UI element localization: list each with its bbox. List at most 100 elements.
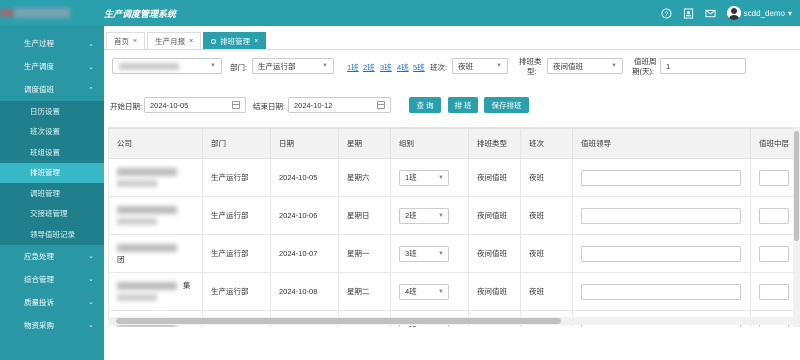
- active-dot-icon: [211, 38, 217, 44]
- shift-link-1[interactable]: 1班: [347, 62, 359, 73]
- group-select[interactable]: 3班 ▼: [399, 245, 449, 262]
- chevron-down-icon: ▼: [438, 174, 444, 181]
- schedule-button[interactable]: 排 班: [448, 97, 478, 113]
- dept-cell: 生产运行部: [202, 234, 271, 273]
- sidebar-item-label: 生产调度: [24, 62, 54, 71]
- schedule-type-value: 夜间值班: [553, 61, 583, 71]
- middle-cell: [750, 196, 793, 235]
- leader-input[interactable]: [581, 283, 741, 300]
- start-date-input[interactable]: 2024-10-05: [144, 97, 246, 113]
- date-cell: 2024-10-07: [270, 234, 339, 273]
- group-value: 2班: [405, 211, 417, 220]
- table-row: 集 生产运行部 2024-10-08 星期二 4班 ▼ 夜间值班 夜班: [108, 272, 793, 311]
- shift-link-5[interactable]: 5班: [413, 62, 425, 73]
- shift-value: 夜班: [458, 61, 473, 71]
- sidebar-subitem-group-settings[interactable]: 班组设置: [0, 142, 104, 163]
- weekday-cell: 星期日: [338, 196, 391, 235]
- dept-cell: 生产运行部: [202, 196, 271, 235]
- horizontal-scrollbar[interactable]: [108, 317, 793, 325]
- vertical-scrollbar[interactable]: [793, 127, 800, 327]
- company-select[interactable]: ▼: [112, 58, 222, 74]
- sidebar-item-label: 调度值班: [24, 85, 54, 94]
- company-cell: 集: [108, 272, 203, 311]
- leader-input[interactable]: [581, 207, 741, 224]
- user-card-icon[interactable]: [683, 7, 695, 19]
- tab-schedule[interactable]: 排班管理 ×: [203, 32, 267, 49]
- middle-input[interactable]: [759, 283, 789, 300]
- group-select[interactable]: 4班 ▼: [399, 283, 449, 300]
- chevron-down-icon: ⌄: [88, 40, 94, 48]
- shift-link-4[interactable]: 4班: [397, 62, 409, 73]
- shift-link-2[interactable]: 2班: [363, 62, 375, 73]
- tab-monthly-report[interactable]: 生产月报 ×: [147, 32, 202, 49]
- shift-cell: 夜班: [520, 196, 573, 235]
- type-cell: 夜间值班: [468, 272, 521, 311]
- type-cell: 夜间值班: [468, 234, 521, 273]
- sidebar-item-dispatch-duty[interactable]: 调度值班 ⌃: [0, 78, 104, 101]
- group-select[interactable]: 2班 ▼: [399, 207, 449, 224]
- user-menu[interactable]: scdd_demo ▾: [726, 6, 792, 20]
- sidebar-subitem-schedule[interactable]: 排班管理: [0, 162, 104, 183]
- middle-input[interactable]: [759, 245, 789, 262]
- sidebar-subitem-handover[interactable]: 交接班管理: [0, 204, 104, 225]
- leader-input[interactable]: [581, 169, 741, 186]
- dept-label: 部门:: [230, 63, 248, 72]
- sidebar-subitem-leader-duty[interactable]: 领导值班记录: [0, 224, 104, 245]
- dept-cell: 生产运行部: [202, 272, 271, 311]
- save-schedule-button[interactable]: 保存排班: [484, 97, 529, 113]
- avatar: [726, 6, 741, 20]
- schedule-type-select[interactable]: 夜间值班 ▼: [547, 58, 623, 74]
- leader-input[interactable]: [581, 245, 741, 262]
- help-icon[interactable]: ?: [661, 7, 673, 19]
- company-cell: [108, 196, 203, 235]
- leader-cell: [572, 158, 751, 197]
- tab-label: 排班管理: [220, 36, 251, 46]
- tab-home[interactable]: 首页 ×: [106, 32, 146, 49]
- shift-cell: 夜班: [520, 234, 573, 273]
- scroll-thumb[interactable]: [116, 318, 561, 324]
- end-date-input[interactable]: 2024-10-12: [288, 97, 391, 113]
- tab-bar: 首页 × 生产月报 × 排班管理 ×: [104, 32, 800, 50]
- top-bar: 生产调度管理系统 ? scdd_demo ▾: [0, 0, 800, 26]
- shift-link-3[interactable]: 3班: [380, 62, 392, 73]
- sidebar-subitem-shift-settings[interactable]: 班次设置: [0, 122, 104, 143]
- sidebar-item-procurement[interactable]: 物资采购 ⌄: [0, 314, 104, 337]
- sidebar-subitem-calendar[interactable]: 日历设置: [0, 101, 104, 122]
- sidebar-item-production-dispatch[interactable]: 生产调度 ⌄: [0, 55, 104, 78]
- chevron-down-icon: ▼: [210, 63, 216, 69]
- mail-icon[interactable]: [705, 7, 717, 19]
- dept-select[interactable]: 生产运行部 ▼: [252, 58, 334, 74]
- group-cell: 1班 ▼: [390, 158, 469, 197]
- chevron-down-icon: ⌄: [88, 253, 94, 260]
- start-date-value: 2024-10-05: [150, 100, 189, 110]
- shift-label: 班次:: [430, 63, 448, 72]
- sidebar-item-production-process[interactable]: 生产过程 ⌄: [0, 32, 104, 55]
- sidebar-item-quality[interactable]: 质量投诉 ⌄: [0, 291, 104, 314]
- sidebar-item-emergency[interactable]: 应急处理 ⌄: [0, 245, 104, 268]
- middle-cell: [750, 272, 793, 311]
- period-input[interactable]: 1: [660, 58, 746, 74]
- sidebar: 生产过程 ⌄ 生产调度 ⌄ 调度值班 ⌃ 日历设置 班次设置 班组设置 排班管理 调班…: [0, 26, 104, 360]
- close-icon[interactable]: ×: [133, 38, 137, 45]
- shift-cell: 夜班: [520, 272, 573, 311]
- col-weekday: 星期: [338, 128, 391, 159]
- col-group: 组别: [390, 128, 469, 159]
- table-row: 团 生产运行部 2024-10-07 星期一 3班 ▼ 夜间值班 夜班: [108, 234, 793, 273]
- middle-input[interactable]: [759, 169, 789, 186]
- company-tail: 团: [117, 255, 125, 264]
- close-icon[interactable]: ×: [189, 38, 193, 45]
- middle-input[interactable]: [759, 207, 789, 224]
- calendar-icon: [377, 101, 385, 109]
- date-cell: 2024-10-05: [270, 158, 339, 197]
- group-select[interactable]: 1班 ▼: [399, 169, 449, 186]
- sidebar-subitem-shift-swap[interactable]: 调班管理: [0, 183, 104, 204]
- scroll-thumb[interactable]: [794, 131, 799, 241]
- middle-cell: [750, 234, 793, 273]
- sidebar-item-label: 综合管理: [24, 274, 54, 284]
- close-icon[interactable]: ×: [254, 38, 258, 45]
- chevron-down-icon: ▼: [496, 63, 502, 69]
- shift-select[interactable]: 夜班 ▼: [452, 58, 508, 74]
- query-button[interactable]: 查 询: [409, 97, 441, 113]
- sidebar-item-general[interactable]: 综合管理 ⌄: [0, 268, 104, 291]
- company-tail: 集: [183, 281, 191, 290]
